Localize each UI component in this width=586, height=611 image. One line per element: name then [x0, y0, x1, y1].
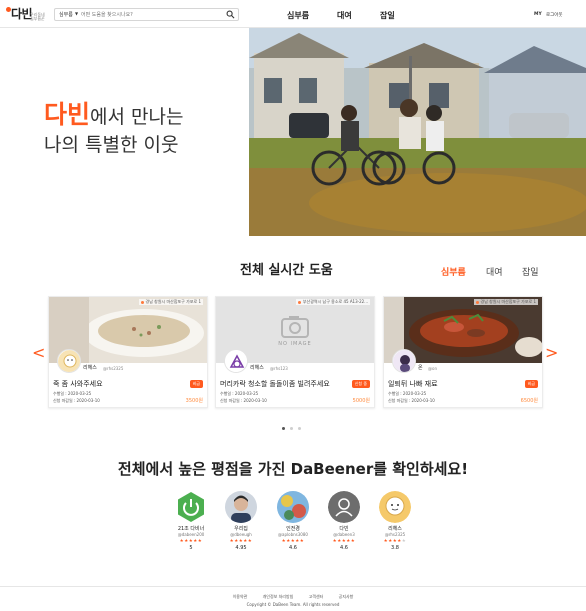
caret-down-icon[interactable]: ▼ — [75, 11, 78, 16]
nav-rental[interactable]: 대여 — [337, 10, 352, 21]
help-card[interactable]: NO IMAGE 부산광역시 남구 용소로 45 A13-22... 리헤스 @… — [215, 296, 375, 408]
footer: 이용약관 개인정보 처리방침 고객센터 공지사항 Copyright © DaB… — [0, 586, 586, 611]
logo-text: 다빈 — [11, 7, 33, 21]
card-user-id: @on — [428, 366, 437, 371]
card-location: 경남 창원시 마산합포구 가포로 1 — [473, 299, 538, 305]
default-avatar-icon — [328, 491, 360, 523]
user-score: 3.8 — [391, 545, 399, 551]
card-user-id: @rhs123 — [270, 366, 288, 371]
footer-link-privacy[interactable]: 개인정보 처리방침 — [263, 594, 294, 599]
card-deadline: 신청 마감일 : 2020-03-10 — [53, 398, 100, 403]
status-badge: 비급 — [524, 380, 538, 388]
footer-links: 이용약관 개인정보 처리방침 고객센터 공지사항 — [0, 594, 586, 600]
search-category-select[interactable]: 심부름 — [59, 11, 73, 18]
pin-icon — [297, 300, 301, 304]
avatar — [392, 349, 416, 373]
avatar — [175, 491, 207, 523]
pin-icon — [475, 300, 479, 304]
card-title[interactable]: 죽 좀 사와주세요 — [53, 379, 103, 389]
card-title[interactable]: 머리카락 청소할 돌돌이좀 빌려주세요 — [220, 379, 330, 389]
top-user[interactable]: 리헤스 @rhs2325 ★★★★★ 3.8 — [370, 491, 420, 551]
card-deadline: 신청 마감일 : 2020-03-10 — [388, 398, 435, 403]
hero-banner: 다빈에서 만나는 나의 특별한 이웃 — [0, 28, 586, 236]
card-username: 온 — [418, 365, 423, 371]
logout-link[interactable]: 로그아웃 — [546, 12, 563, 18]
search-icon[interactable] — [226, 10, 235, 19]
search-input[interactable] — [81, 10, 221, 20]
user-score: 4.6 — [340, 545, 348, 551]
rating-title: 전체에서 높은 평점을 가진 DaBeener를 확인하세요! — [117, 460, 469, 478]
carousel-dot[interactable] — [282, 427, 285, 430]
footer-link-support[interactable]: 고객센터 — [309, 594, 324, 599]
hero-line2: 나의 특별한 이웃 — [44, 134, 179, 156]
card-date: 수행일 : 2020-03-25 — [53, 391, 92, 396]
hero-line1: 에서 만나는 — [90, 106, 184, 128]
hero-photo — [249, 28, 586, 236]
top-header: 다빈 우리동네 심부름꾼 심부름 ▼ 심부름 대여 잡일 MY 로그아웃 — [0, 0, 586, 28]
no-image-label: NO IMAGE — [278, 341, 312, 347]
tab-chores[interactable]: 잡일 — [522, 265, 539, 278]
avatar — [225, 491, 257, 523]
carousel-dot[interactable] — [290, 427, 293, 430]
prev-arrow-icon[interactable]: < — [32, 343, 45, 362]
card-deadline: 신청 마감일 : 2020-03-10 — [220, 398, 267, 403]
carousel-dots — [282, 415, 306, 434]
nav-errand[interactable]: 심부름 — [287, 10, 309, 21]
hero-brand: 다빈 — [44, 100, 91, 129]
top-user[interactable]: 우리집 @dbeeugh ★★★★★ 4.95 — [216, 491, 266, 551]
search-bar: 심부름 ▼ — [54, 8, 239, 21]
card-price: 3500원 — [185, 398, 203, 404]
card-date: 수행일 : 2020-03-25 — [388, 391, 427, 396]
star-rating: ★★★★★ — [229, 539, 253, 544]
card-price: 5000원 — [352, 398, 370, 404]
user-score: 4.95 — [235, 545, 247, 551]
card-user-id: @rhs2325 — [103, 366, 124, 371]
carousel-dot[interactable] — [298, 427, 301, 430]
card-date: 수행일 : 2020-03-25 — [220, 391, 259, 396]
help-card[interactable]: 경남 창원시 마산합포구 가포로 1 온 @on 일퇴뒤 나빠 재료 비급 수행… — [383, 296, 543, 408]
top-user[interactable]: 인전경 @aplobns3080 ★★★★★ 4.6 — [268, 491, 318, 551]
star-rating: ★★★★★ — [383, 539, 407, 544]
footer-link-notice[interactable]: 공지사항 — [339, 594, 354, 599]
avatar — [379, 491, 411, 523]
card-title[interactable]: 일퇴뒤 나빠 재료 — [388, 379, 438, 389]
footer-link-terms[interactable]: 이용약관 — [233, 594, 248, 599]
card-location: 부산광역시 남구 용소로 45 A13-22... — [295, 299, 370, 305]
card-location: 경남 창원시 마산합포구 가포로 1 — [138, 299, 203, 305]
tab-rental[interactable]: 대여 — [486, 265, 503, 278]
status-badge: 신청 중 — [351, 380, 370, 388]
next-arrow-icon[interactable]: > — [545, 343, 558, 362]
tab-errand[interactable]: 심부름 — [441, 265, 466, 278]
star-rating: ★★★★★ — [281, 539, 305, 544]
nav-chores[interactable]: 잡일 — [380, 10, 395, 21]
logo-subtitle: 우리동네 심부름꾼 — [30, 12, 45, 21]
help-card[interactable]: 경남 창원시 마산합포구 가포로 1 리헤스 @rhs2325 죽 좀 사와주세… — [48, 296, 208, 408]
top-user[interactable]: 다빈 @dabeen3 ★★★★★ 4.6 — [319, 491, 369, 551]
top-user[interactable]: 21조 다비너 @dabeen200 ★★★★★ 5 — [166, 491, 216, 551]
avatar — [224, 349, 248, 373]
copyright: Copyright © DaBeen Team. All rights rese… — [246, 602, 340, 607]
pin-icon — [140, 300, 144, 304]
star-rating: ★★★★★ — [179, 539, 203, 544]
card-username: 리헤스 — [83, 365, 97, 371]
realtime-title: 전체 실시간 도움 — [240, 263, 333, 278]
star-rating: ★★★★★ — [332, 539, 356, 544]
card-price: 6500원 — [520, 398, 538, 404]
user-score: 5 — [189, 545, 193, 551]
user-score: 4.6 — [289, 545, 297, 551]
avatar — [277, 491, 309, 523]
hero-title: 다빈에서 만나는 나의 특별한 이웃 — [44, 101, 183, 159]
status-badge: 비급 — [189, 380, 203, 388]
logo[interactable]: 다빈 우리동네 심부름꾼 — [6, 5, 46, 25]
card-username: 리헤스 — [250, 365, 264, 371]
my-link[interactable]: MY — [534, 12, 542, 17]
avatar — [57, 349, 81, 373]
